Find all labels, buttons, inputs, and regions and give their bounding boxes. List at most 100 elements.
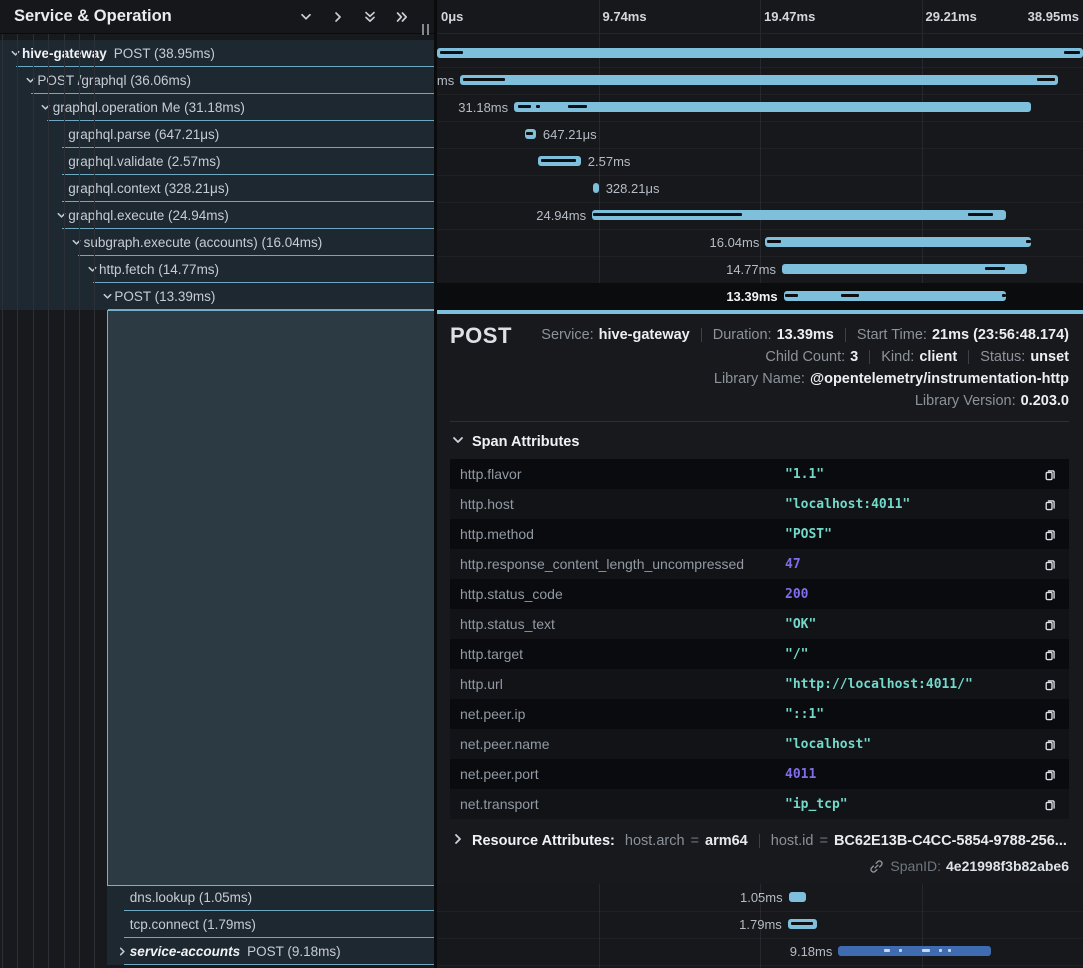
duration-label: 2.57ms xyxy=(588,148,631,175)
child-span-tick xyxy=(1002,294,1005,297)
timeline-row[interactable]: 31.18ms xyxy=(437,94,1083,122)
copy-value-button[interactable] xyxy=(1041,465,1059,483)
timeline-tick: 19.47ms xyxy=(764,0,815,33)
overview-value: 0.203.0 xyxy=(1021,390,1069,412)
timeline-row[interactable]: 647.21μs xyxy=(437,121,1083,149)
overview-line: Service:hive-gatewayDuration:13.39msStar… xyxy=(541,324,1069,346)
tree-row[interactable]: POST (13.39ms) xyxy=(0,283,434,310)
duration-label: 1.05ms xyxy=(740,884,783,911)
attribute-row: http.status_text"OK" xyxy=(450,609,1069,639)
operation-name: graphql.context (328.21μs) xyxy=(68,181,229,196)
resource-title: Resource Attributes: xyxy=(472,833,615,849)
copy-value-button[interactable] xyxy=(1041,675,1059,693)
chevron-down-icon[interactable] xyxy=(8,40,22,67)
chevron-down-icon[interactable] xyxy=(39,94,53,121)
timeline-row[interactable]: 13.39ms xyxy=(437,283,1083,311)
service-name: service-accounts xyxy=(130,944,240,959)
timeline-row[interactable]: 36.06ms xyxy=(437,67,1083,95)
panel-resize-grip[interactable] xyxy=(422,24,429,35)
attribute-row: http.method"POST" xyxy=(450,519,1069,549)
tree-row[interactable]: graphql.operation Me (31.18ms) xyxy=(0,94,434,121)
span-bar[interactable] xyxy=(538,156,581,166)
chevron-right-icon[interactable] xyxy=(116,938,130,965)
trace-viewer: { "colors": { "accent": "#7ec0db", "bar_… xyxy=(0,0,1083,968)
copy-value-button[interactable] xyxy=(1041,705,1059,723)
resource-attributes-row[interactable]: Resource Attributes: host.arch=arm64host… xyxy=(452,833,1069,849)
child-span-tick xyxy=(948,949,951,952)
timeline-row[interactable]: 9.18ms xyxy=(437,938,1083,966)
span-bar[interactable] xyxy=(437,48,1083,58)
child-span-tick xyxy=(884,949,890,952)
tree-row[interactable]: hive-gatewayPOST (38.95ms) xyxy=(0,40,434,67)
span-bar[interactable] xyxy=(789,892,806,902)
tree-row[interactable]: graphql.execute (24.94ms) xyxy=(0,202,434,229)
tree-row[interactable]: graphql.parse (647.21μs) xyxy=(0,121,434,148)
panel-divider[interactable] xyxy=(434,0,437,968)
timeline-row[interactable]: 328.21μs xyxy=(437,175,1083,203)
attribute-key: http.response_content_length_uncompresse… xyxy=(460,556,785,572)
tree-row[interactable]: dns.lookup (1.05ms) xyxy=(107,884,434,911)
span-attributes-header[interactable]: Span Attributes xyxy=(452,433,1069,451)
timeline-row[interactable]: 24.94ms xyxy=(437,202,1083,230)
section-title: Span Attributes xyxy=(472,434,579,450)
span-bar[interactable] xyxy=(592,210,1006,220)
span-bar[interactable] xyxy=(784,291,1006,301)
child-span-tick xyxy=(922,949,930,952)
copy-value-button[interactable] xyxy=(1041,765,1059,783)
span-bar[interactable] xyxy=(788,919,818,929)
tree-row[interactable]: graphql.context (328.21μs) xyxy=(0,175,434,202)
copy-value-button[interactable] xyxy=(1041,525,1059,543)
attribute-key: net.peer.port xyxy=(460,766,785,782)
span-bar[interactable] xyxy=(593,183,599,193)
tree-row[interactable]: subgraph.execute (accounts) (16.04ms) xyxy=(0,229,434,256)
copy-value-button[interactable] xyxy=(1041,555,1059,573)
tree-row[interactable]: POST /graphql (36.06ms) xyxy=(0,67,434,94)
chevron-down-icon[interactable] xyxy=(23,67,37,94)
chevron-down-icon[interactable] xyxy=(54,202,68,229)
span-bar[interactable] xyxy=(782,264,1027,274)
copy-value-button[interactable] xyxy=(1041,495,1059,513)
chevron-down-icon[interactable] xyxy=(70,229,84,256)
link-icon[interactable] xyxy=(869,859,884,874)
selected-span-detail-row[interactable] xyxy=(107,310,434,886)
equals-sign: = xyxy=(691,833,699,849)
attribute-value: "ip_tcp" xyxy=(785,797,1041,812)
chevron-right-icon[interactable] xyxy=(329,8,346,25)
attribute-row: http.url"http://localhost:4011/" xyxy=(450,669,1069,699)
span-bar[interactable] xyxy=(525,129,536,139)
attribute-value: 47 xyxy=(785,557,1041,572)
copy-value-button[interactable] xyxy=(1041,645,1059,663)
timeline-row[interactable]: 16.04ms xyxy=(437,229,1083,257)
tree-row[interactable]: service-accountsPOST (9.18ms) xyxy=(107,938,434,965)
attribute-value: "/" xyxy=(785,647,1041,662)
copy-value-button[interactable] xyxy=(1041,795,1059,813)
tree-row[interactable]: graphql.validate (2.57ms) xyxy=(0,148,434,175)
attribute-value: "::1" xyxy=(785,707,1041,722)
timeline-tick: 38.95ms xyxy=(1028,0,1079,33)
double-chevron-down-icon[interactable] xyxy=(361,8,378,25)
span-bar[interactable] xyxy=(514,102,1031,112)
timeline-row[interactable]: 2.57ms xyxy=(437,148,1083,176)
timeline-tick: 0μs xyxy=(441,0,463,33)
tree-row[interactable]: tcp.connect (1.79ms) xyxy=(107,911,434,938)
span-bar[interactable] xyxy=(765,237,1031,247)
attribute-value: "localhost:4011" xyxy=(785,497,1041,512)
chevron-down-icon[interactable] xyxy=(297,8,314,25)
divider xyxy=(759,834,760,848)
timeline-tick: 29.21ms xyxy=(926,0,977,33)
copy-value-button[interactable] xyxy=(1041,735,1059,753)
chevron-down-icon[interactable] xyxy=(100,283,114,310)
copy-value-button[interactable] xyxy=(1041,585,1059,603)
timeline-row[interactable]: 1.79ms xyxy=(437,911,1083,939)
attribute-value: 4011 xyxy=(785,767,1041,782)
child-span-tick xyxy=(939,949,942,952)
timeline-row[interactable]: 38.95ms xyxy=(437,40,1083,68)
double-chevron-right-icon[interactable] xyxy=(393,8,410,25)
span-bar[interactable] xyxy=(460,75,1058,85)
copy-value-button[interactable] xyxy=(1041,615,1059,633)
timeline-row[interactable]: 14.77ms xyxy=(437,256,1083,284)
chevron-down-icon[interactable] xyxy=(85,256,99,283)
tree-row[interactable]: http.fetch (14.77ms) xyxy=(0,256,434,283)
timeline-row[interactable]: 1.05ms xyxy=(437,884,1083,912)
span-bar[interactable] xyxy=(838,946,990,956)
